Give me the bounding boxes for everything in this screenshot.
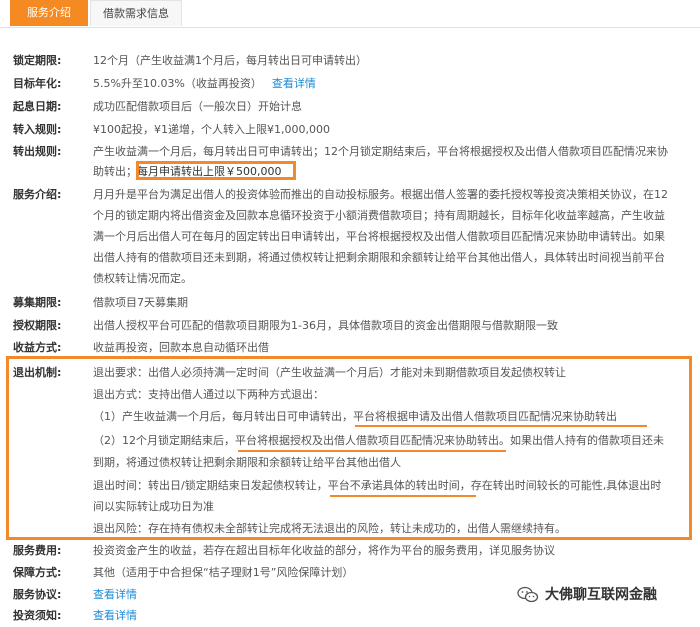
service-intro-line: 满一个月后出借人可在每月的固定转出日申请转出，平台将根据授权及出借人借款项目匹配…: [93, 230, 665, 243]
label-service-fee: 服务费用:: [13, 544, 62, 557]
service-agreement-link[interactable]: 查看详情: [93, 588, 137, 601]
value-start-date: 成功匹配借款项目后（一般次日）开始计息: [93, 100, 302, 113]
value-transfer-out-line1: 产生收益满一个月后，每月转出日可申请转出；12个月锁定期结束后，平台将根据授权及…: [93, 145, 668, 158]
label-raise-period: 募集期限:: [13, 296, 62, 309]
target-rate-text: 5.5%升至10.03%（收益再投资）: [93, 77, 262, 90]
label-auth-period: 授权期限:: [13, 319, 62, 332]
service-intro-line: 出借人持有的借款项目还未到期，将通过债权转让把剩余期限和余额转让给平台其他出借人…: [93, 251, 665, 264]
exit-time-line2: 间以实际转让成功日为准: [93, 500, 214, 513]
exit-requirement: 退出要求：出借人必须持满一定时间（产生收益满一个月后）才能对未到期借款项目发起债…: [93, 366, 566, 379]
transfer-out-prefix: 助转出；: [93, 165, 137, 178]
service-intro-line: 债权转让情况而定。: [93, 272, 192, 285]
label-service-intro: 服务介绍:: [13, 188, 62, 201]
highlight-box-monthly-limit: [136, 161, 296, 180]
exit-method-title: 退出方式：支持出借人通过以下两种方式退出：: [93, 388, 324, 401]
value-target-rate: 5.5%升至10.03%（收益再投资） 查看详情: [93, 73, 683, 95]
value-service-fee: 投资资金产生的收益，若存在超出目标年化收益的部分，将作为平台的服务费用，详见服务…: [93, 544, 555, 557]
tab-service-intro[interactable]: 服务介绍: [10, 0, 88, 26]
exit-risk: 退出风险：存在持有债权未全部转让完成将无法退出的风险，转让未成功的，出借人需继续…: [93, 522, 566, 535]
label-lock-period: 锁定期限:: [13, 54, 62, 67]
label-transfer-out: 转出规则:: [13, 145, 62, 158]
label-exit-mechanism: 退出机制:: [13, 366, 62, 379]
exit-method-2-line1: （2）12个月锁定期结束后，平台将根据授权及出借人借款项目匹配情况来协助转出。如…: [93, 434, 664, 447]
watermark: 大佛聊互联网金融: [517, 584, 657, 604]
label-guarantee: 保障方式:: [13, 566, 62, 579]
service-intro-line: 个月的锁定期内将出借资金及回款本息循环投资于小额消费借款项目；持有周期越长，目标…: [93, 209, 665, 222]
underline-method-2: [238, 450, 506, 452]
label-start-date: 起息日期:: [13, 100, 62, 113]
tab-bar: 服务介绍 借款需求信息: [0, 0, 700, 28]
label-target-rate: 目标年化:: [13, 77, 62, 90]
underline-exit-time: [330, 495, 476, 497]
value-lock-period: 12个月（产生收益满1个月后，每月转出日可申请转出）: [93, 54, 367, 67]
value-transfer-in: ¥100起投，¥1递增，个人转入上限¥1,000,000: [93, 123, 330, 136]
exit-time-line1: 退出时间：转出日/锁定期结束日发起债权转让，平台不承诺具体的转出时间，存在转出时…: [93, 479, 662, 492]
exit-method-2-line2: 到期，将通过债权转让把剩余期限和余额转让给平台其他出借人: [93, 456, 401, 469]
label-investment-notice: 投资须知:: [13, 609, 62, 622]
label-transfer-in: 转入规则:: [13, 123, 62, 136]
wechat-icon: [517, 586, 539, 603]
target-rate-details-link[interactable]: 查看详情: [272, 77, 316, 90]
underline-method-1: [355, 425, 647, 427]
value-investment-notice: 查看详情: [93, 605, 683, 627]
value-auth-period: 出借人授权平台可匹配的借款项目期限为1-36月，具体借款项目的资金出借期限与借款…: [93, 319, 558, 332]
value-guarantee: 其他（适用于中合担保“桔子理财1号”风险保障计划）: [93, 566, 354, 579]
investment-notice-link[interactable]: 查看详情: [93, 609, 137, 622]
label-service-agreement: 服务协议:: [13, 588, 62, 601]
value-raise-period: 借款项目7天募集期: [93, 296, 188, 309]
watermark-text: 大佛聊互联网金融: [545, 587, 657, 603]
tab-loan-demand-info[interactable]: 借款需求信息: [90, 0, 182, 26]
service-intro-line: 月月升是平台为满足出借人的投资体验而推出的自动投标服务。根据出借人签署的委托授权…: [93, 188, 668, 201]
